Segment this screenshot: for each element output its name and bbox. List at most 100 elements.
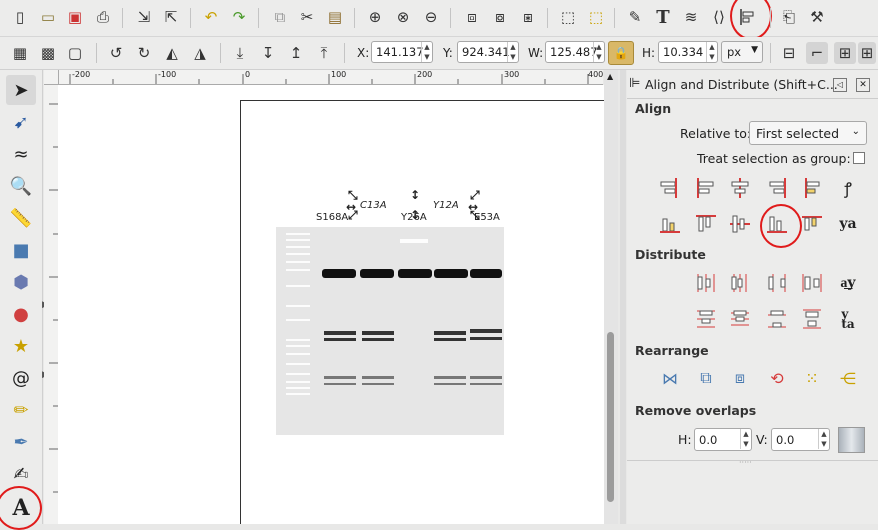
spinner-arrows-icon[interactable]: ▲ ▼ <box>818 429 829 449</box>
spinner-arrows-icon[interactable]: ▲ ▼ <box>593 42 604 62</box>
w-field[interactable]: 125.487 ▲ ▼ <box>545 41 605 63</box>
duplicate-icon[interactable]: ⧉ <box>269 6 291 28</box>
h-field[interactable]: 10.334 ▲ ▼ <box>658 41 718 63</box>
distribute-centers-v-icon[interactable] <box>727 306 753 332</box>
remove-overlaps-button[interactable] <box>838 427 865 453</box>
ungroup-icon[interactable]: ⧆ <box>517 6 539 28</box>
star-tool-icon[interactable]: ★ <box>6 331 36 361</box>
tweak-tool-icon[interactable]: ≈ <box>6 139 36 169</box>
graph-layout-icon[interactable]: ⋈ <box>657 365 683 391</box>
export-icon[interactable]: ⇱ <box>160 6 182 28</box>
exchange-z-order-icon[interactable]: ⧈ <box>727 365 753 391</box>
overlap-v-field[interactable]: 0.0 ▲ ▼ <box>771 428 830 451</box>
raise-icon[interactable]: ↥ <box>285 42 307 64</box>
import-icon[interactable]: ⇲ <box>133 6 155 28</box>
scrollbar-thumb[interactable] <box>607 332 614 502</box>
x-field[interactable]: 141.137 ▲ ▼ <box>371 41 433 63</box>
move-gradients-icon[interactable]: ⊞ <box>834 42 856 64</box>
unlink-clone-icon[interactable]: ⬚ <box>585 6 607 28</box>
align-left-of-anchor-icon[interactable] <box>799 175 825 201</box>
canvas-vertical-scrollbar[interactable]: ▲ <box>604 70 618 524</box>
overlap-h-field[interactable]: 0.0 ▲ ▼ <box>694 428 752 451</box>
document-properties-icon[interactable]: ⎗ <box>778 6 800 28</box>
text-font-icon[interactable]: T <box>652 6 674 28</box>
spinner-arrows-icon[interactable]: ▲ ▼ <box>507 42 518 62</box>
print-icon[interactable]: ⎙ <box>92 6 114 28</box>
paste-icon[interactable]: ▤ <box>324 6 346 28</box>
spinner-arrows-icon[interactable]: ▲ ▼ <box>740 429 751 449</box>
panel-grip[interactable]: ····· <box>739 458 752 467</box>
align-top-edges-icon[interactable] <box>693 211 719 237</box>
rotate-ccw-icon[interactable]: ↺ <box>105 42 127 64</box>
lane-label-top[interactable]: C13A <box>360 200 387 211</box>
align-top-of-anchor-icon[interactable] <box>657 211 683 237</box>
ellipse-tool-icon[interactable]: ● <box>6 299 36 329</box>
distribute-gaps-h-icon[interactable] <box>799 270 825 296</box>
calligraphy-tool-icon[interactable]: ✍ <box>6 459 36 489</box>
lane-label[interactable]: S168A <box>316 212 348 223</box>
flip-vertical-icon[interactable]: ◮ <box>189 42 211 64</box>
align-left-edges-icon[interactable] <box>693 175 719 201</box>
resize-handle-icon[interactable]: ⤢ <box>348 208 358 223</box>
treat-group-checkbox[interactable] <box>853 152 865 164</box>
center-vertical-axis-icon[interactable] <box>727 175 753 201</box>
zoom-page-icon[interactable]: ⊖ <box>420 6 442 28</box>
panel-iconify-icon[interactable]: ◁ <box>833 78 847 92</box>
randomize-centers-icon[interactable]: ⁙ <box>799 365 825 391</box>
scroll-up-arrow-icon[interactable]: ▲ <box>607 72 613 81</box>
exchange-positions-icon[interactable]: ⧉ <box>693 365 719 391</box>
pencil-tool-icon[interactable]: ✏ <box>6 395 36 425</box>
zoom-tool-icon[interactable]: 🔍 <box>6 171 36 201</box>
raise-top-icon[interactable]: ⤒ <box>313 42 335 64</box>
redo-icon[interactable]: ↷ <box>228 6 250 28</box>
unclump-icon[interactable]: ⋲ <box>835 365 861 391</box>
resize-handle-icon[interactable]: ↕ <box>410 208 420 222</box>
undo-icon[interactable]: ↶ <box>200 6 222 28</box>
align-text-baseline-icon[interactable]: ya <box>835 211 861 237</box>
zoom-drawing-icon[interactable]: ⊗ <box>392 6 414 28</box>
new-file-icon[interactable]: ▯ <box>9 6 31 28</box>
group-icon[interactable]: ⧇ <box>489 6 511 28</box>
node-tool-icon[interactable]: ➹ <box>6 107 36 137</box>
align-bottom-of-anchor-icon[interactable] <box>799 211 825 237</box>
rectangle-tool-icon[interactable]: ■ <box>6 235 36 265</box>
scale-stroke-icon[interactable]: ⊟ <box>778 42 800 64</box>
spinner-arrows-icon[interactable]: ▲ ▼ <box>421 42 432 62</box>
3d-box-tool-icon[interactable]: ⬢ <box>6 267 36 297</box>
select-all-icon[interactable]: ▦ <box>9 42 31 64</box>
distribute-gaps-v-icon[interactable] <box>799 306 825 332</box>
fill-stroke-icon[interactable]: ✎ <box>624 6 646 28</box>
canvas[interactable]: C13A Y12A S168A Y26A E53A ⤡ ↕ ⤢ ↔ ↔ ⤢ ↕ … <box>58 85 604 524</box>
lane-label-top[interactable]: Y12A <box>433 200 459 211</box>
lock-icon[interactable]: 🔒 <box>608 41 634 65</box>
resize-handle-icon[interactable]: ↕ <box>410 188 420 202</box>
save-icon[interactable]: ▣ <box>64 6 86 28</box>
measure-tool-icon[interactable]: 📏 <box>6 203 36 233</box>
pen-tool-icon[interactable]: ✒ <box>6 427 36 457</box>
distribute-top-edges-icon[interactable] <box>693 306 719 332</box>
select-all-layers-icon[interactable]: ▩ <box>37 42 59 64</box>
scale-corners-icon[interactable]: ⌐ <box>806 42 828 64</box>
exchange-clockwise-icon[interactable]: ⟲ <box>764 365 790 391</box>
align-right-edges-icon[interactable] <box>657 175 683 201</box>
distribute-bottom-edges-icon[interactable] <box>764 306 790 332</box>
cut-icon[interactable]: ✂ <box>296 6 318 28</box>
flip-horizontal-icon[interactable]: ◭ <box>161 42 183 64</box>
duplicate-object-icon[interactable]: ⧈ <box>461 6 483 28</box>
rotate-cw-icon[interactable]: ↻ <box>133 42 155 64</box>
align-right-sides-icon[interactable] <box>764 175 790 201</box>
layers-icon[interactable]: ≋ <box>680 6 702 28</box>
open-file-icon[interactable]: ▭ <box>37 6 59 28</box>
center-horizontal-axis-icon[interactable] <box>727 211 753 237</box>
close-icon[interactable]: ✕ <box>856 78 870 92</box>
distribute-baselines-v-icon[interactable]: y ta <box>835 306 861 332</box>
move-patterns-icon[interactable]: ⊞ <box>858 42 876 64</box>
unit-select[interactable]: px ▼ <box>721 41 763 63</box>
lower-bottom-icon[interactable]: ⤓ <box>229 42 251 64</box>
distribute-centers-h-icon[interactable] <box>727 270 753 296</box>
spiral-tool-icon[interactable]: @ <box>6 363 36 393</box>
xml-editor-icon[interactable]: ⟨⟩ <box>708 6 730 28</box>
spinner-arrows-icon[interactable]: ▲ ▼ <box>706 42 717 62</box>
distribute-baselines-h-icon[interactable]: a͟y <box>835 270 861 296</box>
y-field[interactable]: 924.341 ▲ ▼ <box>457 41 519 63</box>
